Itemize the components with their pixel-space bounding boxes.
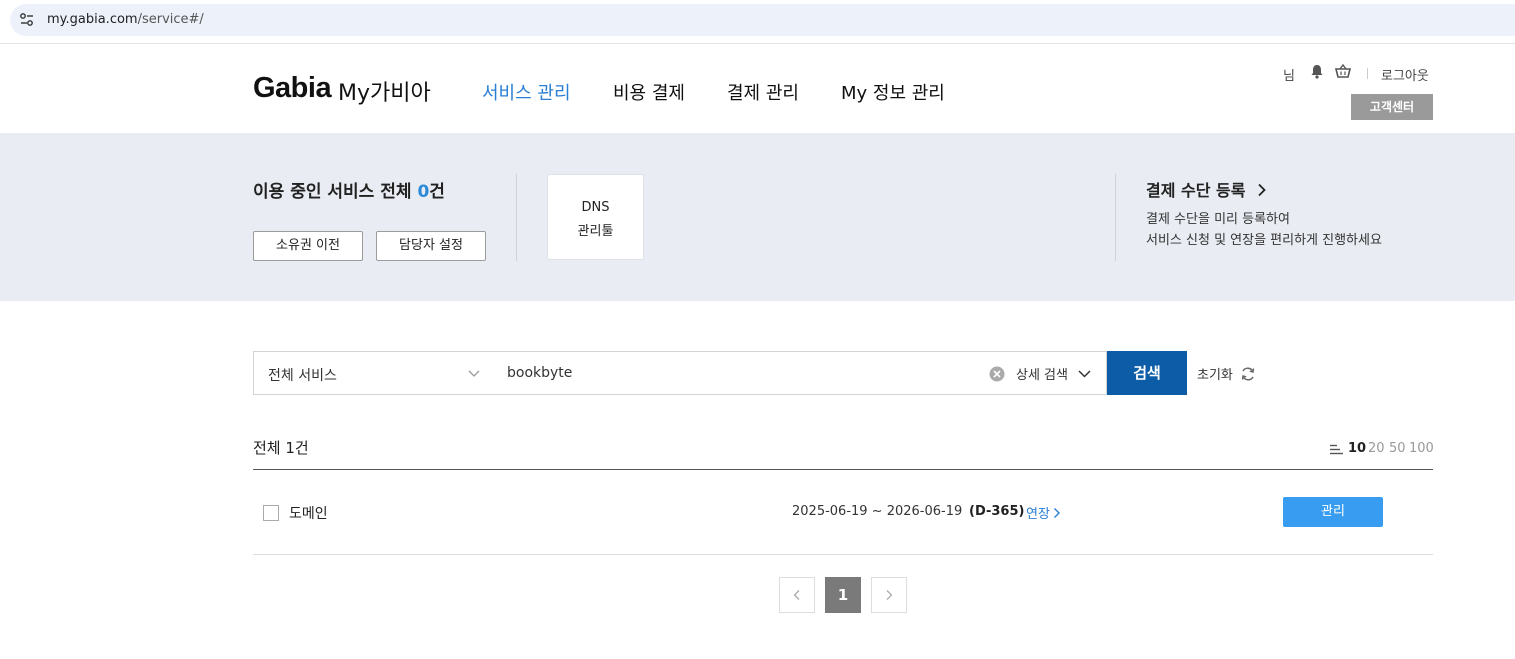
search-field[interactable]: bookbyte 상세 검색 xyxy=(492,351,1107,395)
band-divider-left xyxy=(516,174,517,261)
chevron-down-icon[interactable] xyxy=(1078,367,1091,381)
dns-card-line1: DNS xyxy=(581,200,610,215)
renew-label: 연장 xyxy=(1026,507,1050,522)
user-greeting: 님 xyxy=(1283,69,1295,84)
search-input[interactable]: bookbyte xyxy=(507,365,572,381)
per-page-10[interactable]: 10 xyxy=(1348,441,1366,456)
service-count-suffix: 건 xyxy=(429,182,445,202)
chevron-right-icon xyxy=(1258,183,1266,197)
nav-my-info[interactable]: My 정보 관리 xyxy=(841,79,945,105)
nav-service-management[interactable]: 서비스 관리 xyxy=(482,79,571,105)
chevron-right-icon xyxy=(1053,508,1060,518)
cart-icon[interactable] xyxy=(1334,63,1352,83)
reset-button[interactable]: 초기화 xyxy=(1197,364,1233,383)
refresh-icon[interactable] xyxy=(1240,366,1256,382)
url-text[interactable]: my.gabia.com/service#/ xyxy=(47,12,204,27)
manager-settings-button[interactable]: 담당자 설정 xyxy=(376,231,486,261)
per-page-20[interactable]: 20 xyxy=(1368,441,1385,456)
dns-tool-card[interactable]: DNS 관리툴 xyxy=(547,174,644,260)
payment-desc-line1: 결제 수단을 미리 등록하여 xyxy=(1146,212,1290,227)
results-bottom-divider xyxy=(253,554,1433,555)
nav-payment-management[interactable]: 결제 관리 xyxy=(727,79,799,105)
row-service-name: 도메인 xyxy=(289,506,328,522)
url-host: my.gabia.com xyxy=(47,12,138,27)
row-dday: (D-365) xyxy=(969,504,1025,519)
manage-button[interactable]: 관리 xyxy=(1283,497,1383,527)
payment-title-text: 결제 수단 등록 xyxy=(1146,181,1246,200)
my-gabia-title[interactable]: My가비아 xyxy=(338,75,431,107)
util-divider xyxy=(1367,68,1368,79)
result-total: 전체 1건 xyxy=(253,439,309,457)
logout-link[interactable]: 로그아웃 xyxy=(1381,65,1429,84)
prev-page-button[interactable] xyxy=(779,577,815,613)
gabia-logo[interactable]: Gabia xyxy=(253,72,332,105)
site-header: Gabia My가비아 서비스 관리 비용 결제 결제 관리 My 정보 관리 … xyxy=(0,44,1515,133)
address-bar[interactable]: my.gabia.com/service#/ xyxy=(10,4,1515,36)
per-page-100[interactable]: 100 xyxy=(1409,441,1434,456)
chevron-left-icon xyxy=(793,590,800,600)
site-settings-icon[interactable] xyxy=(18,11,36,29)
per-page-50[interactable]: 50 xyxy=(1389,441,1406,456)
row-period: 2025-06-19 ~ 2026-06-19 xyxy=(792,504,963,519)
payment-desc-line2: 서비스 신청 및 연장을 편리하게 진행하세요 xyxy=(1146,233,1382,248)
advanced-search-toggle[interactable]: 상세 검색 xyxy=(1016,364,1068,383)
dns-card-line2: 관리툴 xyxy=(577,224,614,239)
nav-billing[interactable]: 비용 결제 xyxy=(613,79,685,105)
ownership-transfer-button[interactable]: 소유권 이전 xyxy=(253,231,363,261)
results-top-divider xyxy=(253,469,1433,470)
service-count-prefix: 이용 중인 서비스 전체 xyxy=(253,182,418,202)
row-checkbox[interactable] xyxy=(263,505,279,521)
category-selected-value: 전체 서비스 xyxy=(268,368,337,384)
band-divider-right xyxy=(1115,174,1116,261)
service-count-value: 0 xyxy=(417,182,430,202)
search-button[interactable]: 검색 xyxy=(1107,351,1187,395)
url-path: /service#/ xyxy=(137,12,204,27)
service-category-select[interactable]: 전체 서비스 xyxy=(253,351,493,395)
page-1-button[interactable]: 1 xyxy=(825,577,861,613)
next-page-button[interactable] xyxy=(871,577,907,613)
payment-method-register-link[interactable]: 결제 수단 등록 xyxy=(1146,177,1267,201)
chevron-down-icon xyxy=(468,370,480,377)
clear-icon[interactable] xyxy=(989,366,1005,382)
bell-icon[interactable] xyxy=(1310,64,1324,83)
renew-link[interactable]: 연장 xyxy=(1026,503,1061,522)
list-icon xyxy=(1330,444,1343,455)
browser-toolbar: my.gabia.com/service#/ xyxy=(0,0,1515,44)
service-count-title: 이용 중인 서비스 전체 0건 xyxy=(253,177,445,202)
customer-center-button[interactable]: 고객센터 xyxy=(1351,94,1433,120)
service-summary-band: 이용 중인 서비스 전체 0건 소유권 이전 담당자 설정 DNS 관리툴 결제… xyxy=(0,133,1515,301)
chevron-right-icon xyxy=(886,590,893,600)
